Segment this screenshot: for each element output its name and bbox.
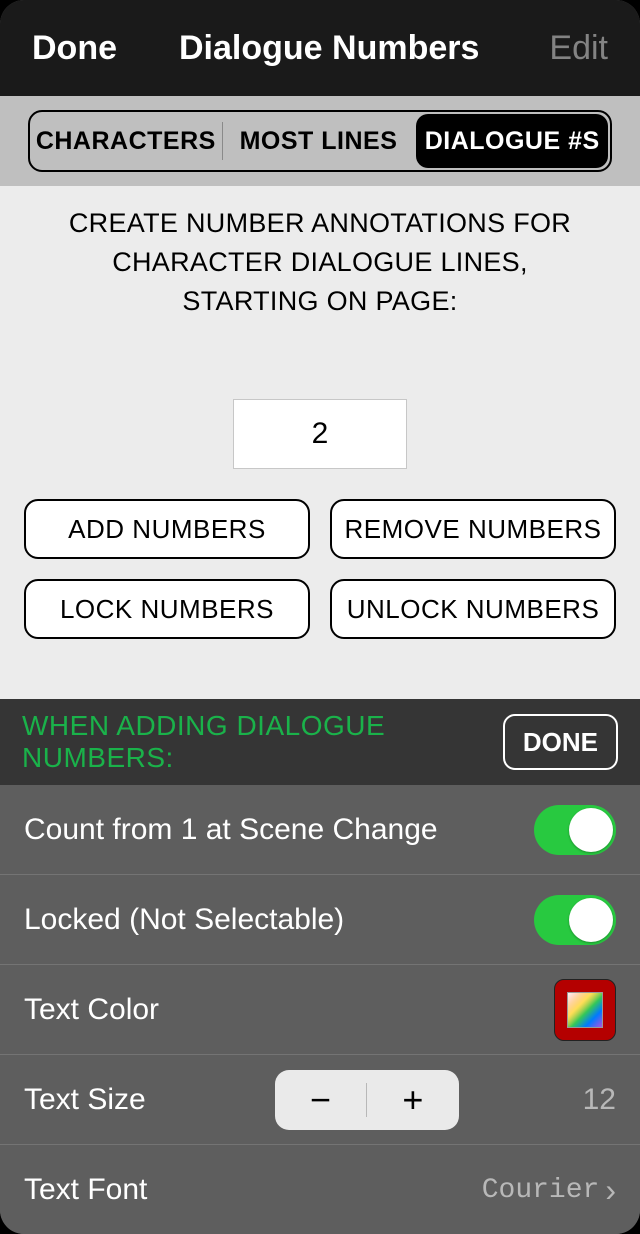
text-size-label: Text Size [24, 1083, 275, 1117]
chevron-right-icon: › [605, 1172, 616, 1209]
size-increment-button[interactable]: + [367, 1070, 459, 1130]
lock-numbers-button[interactable]: LOCK NUMBERS [24, 579, 310, 639]
row-text-color: Text Color [0, 965, 640, 1055]
options-done-button[interactable]: DONE [503, 714, 618, 770]
toggle-knob [569, 808, 613, 852]
remove-numbers-button[interactable]: REMOVE NUMBERS [330, 499, 616, 559]
text-color-picker[interactable] [554, 979, 616, 1041]
instruction-text: CREATE NUMBER ANNOTATIONS FOR CHARACTER … [24, 204, 616, 321]
top-tab-bar: CHARACTERS MOST LINES DIALOGUE #S [0, 96, 640, 186]
size-decrement-button[interactable]: − [275, 1070, 367, 1130]
header: Done Dialogue Numbers Edit [0, 0, 640, 96]
tab-dialogue-numbers[interactable]: DIALOGUE #S [416, 114, 608, 168]
text-font-value: Courier [482, 1175, 600, 1206]
add-numbers-button[interactable]: ADD NUMBERS [24, 499, 310, 559]
row-locked: Locked (Not Selectable) [0, 875, 640, 965]
text-font-label: Text Font [24, 1173, 482, 1207]
color-swatch-icon [567, 992, 603, 1028]
main-panel: CREATE NUMBER ANNOTATIONS FOR CHARACTER … [0, 186, 640, 699]
options-header: WHEN ADDING DIALOGUE NUMBERS: DONE [0, 699, 640, 785]
locked-toggle[interactable] [534, 895, 616, 945]
toggle-knob [569, 898, 613, 942]
starting-page-input[interactable] [233, 399, 407, 469]
options-panel: WHEN ADDING DIALOGUE NUMBERS: DONE Count… [0, 699, 640, 1234]
top-tabs: CHARACTERS MOST LINES DIALOGUE #S [28, 110, 612, 172]
row-text-size: Text Size − + 12 [0, 1055, 640, 1145]
locked-label: Locked (Not Selectable) [24, 903, 534, 937]
text-color-label: Text Color [24, 993, 554, 1027]
count-from-scene-toggle[interactable] [534, 805, 616, 855]
page-title: Dialogue Numbers [109, 29, 549, 68]
unlock-numbers-button[interactable]: UNLOCK NUMBERS [330, 579, 616, 639]
row-count-from-scene: Count from 1 at Scene Change [0, 785, 640, 875]
row-text-font[interactable]: Text Font Courier › [0, 1145, 640, 1234]
count-from-scene-label: Count from 1 at Scene Change [24, 813, 534, 847]
text-size-stepper: − + [275, 1070, 459, 1130]
tab-characters[interactable]: CHARACTERS [30, 112, 222, 170]
options-heading: WHEN ADDING DIALOGUE NUMBERS: [22, 710, 503, 774]
edit-button[interactable]: Edit [549, 29, 608, 68]
done-button[interactable]: Done [32, 29, 117, 68]
tab-most-lines[interactable]: MOST LINES [223, 112, 415, 170]
text-size-value: 12 [583, 1083, 616, 1117]
